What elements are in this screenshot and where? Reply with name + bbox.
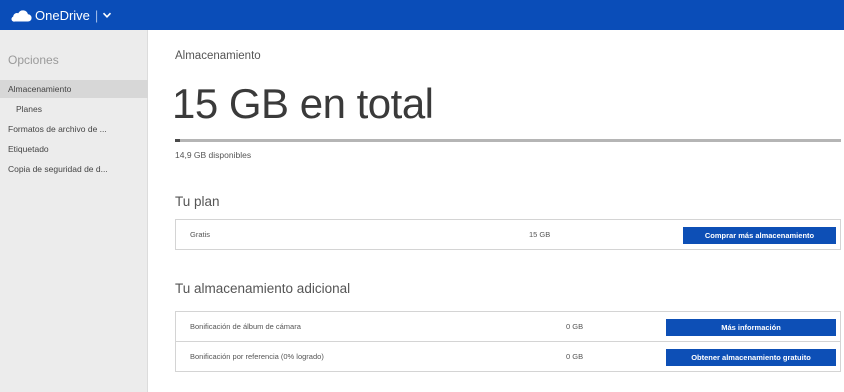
additional-row: Bonificación de álbum de cámara 0 GB Más…: [175, 311, 841, 342]
plan-section-title: Tu plan: [175, 194, 220, 209]
additional-section-title: Tu almacenamiento adicional: [175, 281, 351, 296]
sidebar-item-etiquetado[interactable]: Etiquetado: [0, 140, 148, 158]
sidebar-item-planes[interactable]: Planes: [0, 100, 148, 118]
get-free-storage-button[interactable]: Obtener almacenamiento gratuito: [666, 349, 836, 366]
plan-row: Gratis 15 GB Comprar más almacenamiento: [175, 219, 841, 250]
bonus-name: Bonificación de álbum de cámara: [190, 322, 301, 331]
chevron-down-icon[interactable]: [102, 10, 112, 20]
bonus-name: Bonificación por referencia (0% logrado): [190, 352, 324, 361]
sidebar-item-formatos[interactable]: Formatos de archivo de ...: [0, 120, 148, 138]
storage-available: 14,9 GB disponibles: [175, 150, 252, 160]
sidebar-item-almacenamiento[interactable]: Almacenamiento: [0, 80, 148, 98]
storage-usage-bar: [175, 139, 841, 142]
brand-separator: |: [94, 7, 99, 23]
plan-name: Gratis: [190, 230, 211, 239]
onedrive-menu[interactable]: OneDrive |: [10, 8, 112, 23]
cloud-icon: [11, 9, 32, 22]
sidebar-item-copia-seguridad[interactable]: Copia de seguridad de d...: [0, 160, 148, 178]
storage-usage-fill: [175, 139, 180, 142]
main-content: Almacenamiento 15 GB en total 14,9 GB di…: [148, 30, 844, 392]
sidebar-title: Opciones: [8, 53, 59, 67]
top-bar: OneDrive |: [0, 0, 844, 30]
buy-more-storage-button[interactable]: Comprar más almacenamiento: [683, 227, 836, 244]
bonus-size: 0 GB: [566, 352, 584, 361]
bonus-size: 0 GB: [566, 322, 584, 331]
storage-total: 15 GB en total: [172, 80, 434, 127]
more-info-button[interactable]: Más información: [666, 319, 836, 336]
app-title: OneDrive: [35, 7, 90, 23]
page-heading: Almacenamiento: [175, 50, 261, 62]
additional-row: Bonificación por referencia (0% logrado)…: [175, 341, 841, 372]
plan-size: 15 GB: [529, 230, 551, 239]
sidebar: Opciones Almacenamiento Planes Formatos …: [0, 30, 148, 392]
